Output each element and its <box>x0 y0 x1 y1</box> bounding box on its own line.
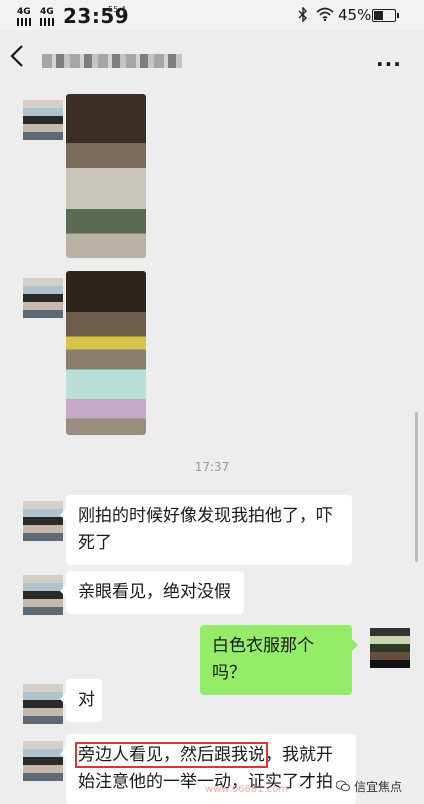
avatar[interactable] <box>23 684 63 724</box>
signal-icon-2: 4G <box>40 7 54 26</box>
wifi-icon <box>316 7 334 24</box>
chat-image[interactable] <box>66 271 146 435</box>
status-bar: 4G 4G 23:59 55.4 45% <box>0 0 424 30</box>
highlighted-text: 旁边人看见，然后跟我说 <box>75 742 268 768</box>
avatar[interactable] <box>23 575 63 615</box>
chat-header: ··· <box>0 30 424 88</box>
signal-icon: 4G <box>17 7 31 26</box>
url-watermark: www.06681.com <box>205 784 289 795</box>
chat-image[interactable] <box>66 94 146 258</box>
message-text: ，我就开 <box>265 745 333 765</box>
time-divider: 17:37 <box>194 460 230 474</box>
watermark-label: 信宜焦点 <box>354 780 403 794</box>
avatar[interactable] <box>23 741 63 781</box>
avatar[interactable] <box>23 278 63 318</box>
battery-percent: 45% <box>338 6 372 24</box>
back-icon[interactable] <box>10 44 34 74</box>
more-icon[interactable]: ··· <box>376 52 402 76</box>
message-bubble[interactable]: 对 <box>60 679 102 722</box>
avatar-self[interactable] <box>370 628 410 668</box>
network-speed: 55.4 <box>108 5 126 14</box>
chat-area: 17:37 刚拍的时候好像发现我拍他了，吓死了 亲眼看见，绝对没假 白色衣服那个… <box>0 88 424 804</box>
scrollbar[interactable] <box>415 412 418 562</box>
battery-icon <box>372 9 399 22</box>
chat-title-blurred <box>42 54 182 68</box>
message-bubble[interactable]: 亲眼看见，绝对没假 <box>60 571 244 614</box>
wechat-icon <box>335 780 350 795</box>
watermark: 信宜焦点 <box>335 778 403 795</box>
avatar[interactable] <box>23 501 63 541</box>
bluetooth-icon <box>298 6 308 25</box>
message-bubble-sent[interactable]: 白色衣服那个吗？ <box>200 625 358 695</box>
avatar[interactable] <box>23 100 63 140</box>
message-bubble[interactable]: 刚拍的时候好像发现我拍他了，吓死了 <box>60 495 352 565</box>
